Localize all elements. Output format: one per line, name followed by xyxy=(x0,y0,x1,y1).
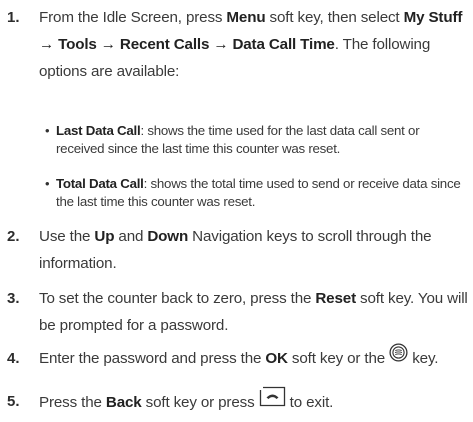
step-number: 2. xyxy=(7,228,20,245)
bullet-text: Last Data Call: shows the time used for … xyxy=(56,123,420,156)
bullet-text: Total Data Call: shows the total time us… xyxy=(56,176,461,209)
step-text: Press the Back soft key or press to exit… xyxy=(39,386,469,418)
step-number: 5. xyxy=(7,393,20,410)
step-text: From the Idle Screen, press Menu soft ke… xyxy=(39,9,463,80)
bullet-dot: • xyxy=(45,176,50,191)
center-select-key-icon xyxy=(389,343,408,371)
end-call-key-icon xyxy=(259,386,286,416)
manual-page: 1. From the Idle Screen, press Menu soft… xyxy=(0,0,473,422)
step-text: To set the counter back to zero, press t… xyxy=(39,290,468,334)
step-number: 3. xyxy=(7,290,20,307)
step-text: Enter the password and press the OK soft… xyxy=(39,343,469,373)
step-number: 1. xyxy=(7,9,20,26)
bullet-dot: • xyxy=(45,123,50,138)
step-text: Use the Up and Down Navigation keys to s… xyxy=(39,228,432,272)
step-number: 4. xyxy=(7,350,20,367)
